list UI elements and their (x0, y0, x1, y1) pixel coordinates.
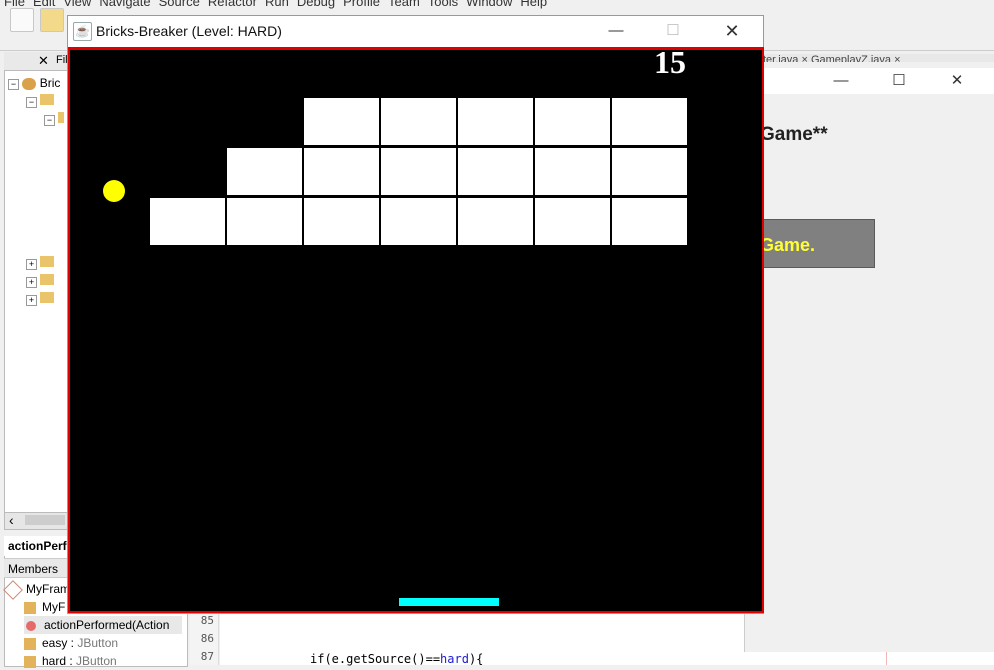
brick (458, 98, 533, 145)
brick (227, 148, 302, 195)
menu-item[interactable]: Debug (297, 0, 335, 9)
close-icon[interactable]: ✕ (934, 68, 980, 94)
package-node[interactable]: − (26, 94, 55, 110)
brick (304, 98, 379, 145)
class-icon (3, 579, 23, 600)
folder-icon (58, 112, 65, 123)
project-tree-node[interactable]: − Bric (8, 76, 60, 92)
brick (535, 148, 610, 195)
menu-item[interactable]: Profile (343, 0, 380, 9)
menu-item[interactable]: Navigate (99, 0, 150, 9)
member-row[interactable]: easy : JButton (24, 634, 118, 652)
brick (304, 198, 379, 245)
field-icon (24, 655, 36, 668)
brick (304, 148, 379, 195)
ide-menubar: File Edit View Navigate Source Refactor Run Deb… (0, 0, 994, 10)
close-tab-icon[interactable]: ✕ (38, 53, 49, 69)
menu-item[interactable]: Window (466, 0, 512, 9)
brick (535, 98, 610, 145)
maximize-icon[interactable]: ☐ (876, 68, 922, 94)
menu-item[interactable]: Run (265, 0, 289, 9)
library-icon (40, 292, 55, 303)
java-icon: ☕ (73, 22, 92, 41)
menu-window (744, 62, 994, 652)
brick (381, 98, 456, 145)
member-row[interactable]: hard : JButton (24, 652, 117, 670)
field-icon (24, 637, 36, 650)
subpackage-node[interactable]: − (44, 112, 65, 128)
brick (227, 198, 302, 245)
game-canvas[interactable] (68, 47, 764, 613)
code-line[interactable]: if(e.getSource()==hard){ (310, 652, 483, 666)
tree-node[interactable]: + (26, 292, 55, 308)
projects-tab-header: ✕ Fil (4, 52, 68, 71)
chevron-left-icon[interactable]: ‹ (9, 512, 14, 528)
member-row-selected[interactable]: actionPerformed(Action (24, 616, 182, 634)
new-project-icon[interactable] (40, 8, 64, 32)
library-icon (40, 274, 55, 285)
new-file-icon[interactable] (10, 8, 34, 32)
tree-node[interactable]: + (26, 256, 55, 272)
brick (381, 148, 456, 195)
menu-heading: Game** (760, 124, 828, 145)
menu-item[interactable]: Tools (428, 0, 458, 9)
member-row[interactable]: MyF (24, 598, 65, 616)
brick (612, 148, 687, 195)
coffee-icon (22, 77, 37, 90)
menu-item[interactable]: Team (388, 0, 420, 9)
minimize-icon[interactable]: — (818, 68, 864, 94)
game-window-title: Bricks-Breaker (Level: HARD) (96, 23, 282, 39)
menu-item[interactable]: View (63, 0, 91, 9)
menu-item[interactable]: Help (520, 0, 547, 9)
menu-item[interactable]: Source (159, 0, 200, 9)
ball (103, 180, 125, 202)
brick (612, 198, 687, 245)
constructor-icon (24, 601, 36, 614)
brick (458, 198, 533, 245)
paddle[interactable] (399, 598, 499, 606)
brick (535, 198, 610, 245)
maximize-icon: ☐ (666, 22, 680, 39)
tree-node[interactable]: + (26, 274, 55, 290)
folder-icon (40, 94, 55, 105)
folder-icon (40, 256, 55, 267)
menu-item[interactable]: Refactor (208, 0, 257, 9)
member-class[interactable]: MyFram (3, 579, 70, 600)
brick (612, 98, 687, 145)
brick (150, 198, 225, 245)
files-tab[interactable]: Fil (56, 54, 68, 66)
brick (381, 198, 456, 245)
line-number-gutter: 85 86 87 (190, 612, 219, 665)
brick (458, 148, 533, 195)
start-game-button-label: Game. (760, 235, 816, 255)
project-name: Bric (39, 76, 61, 90)
method-icon (26, 620, 36, 631)
minimize-icon[interactable]: — (593, 18, 639, 44)
score: 15 (654, 44, 686, 80)
horizontal-scrollbar[interactable]: ‹ (4, 512, 70, 530)
close-icon[interactable]: ✕ (709, 18, 755, 44)
